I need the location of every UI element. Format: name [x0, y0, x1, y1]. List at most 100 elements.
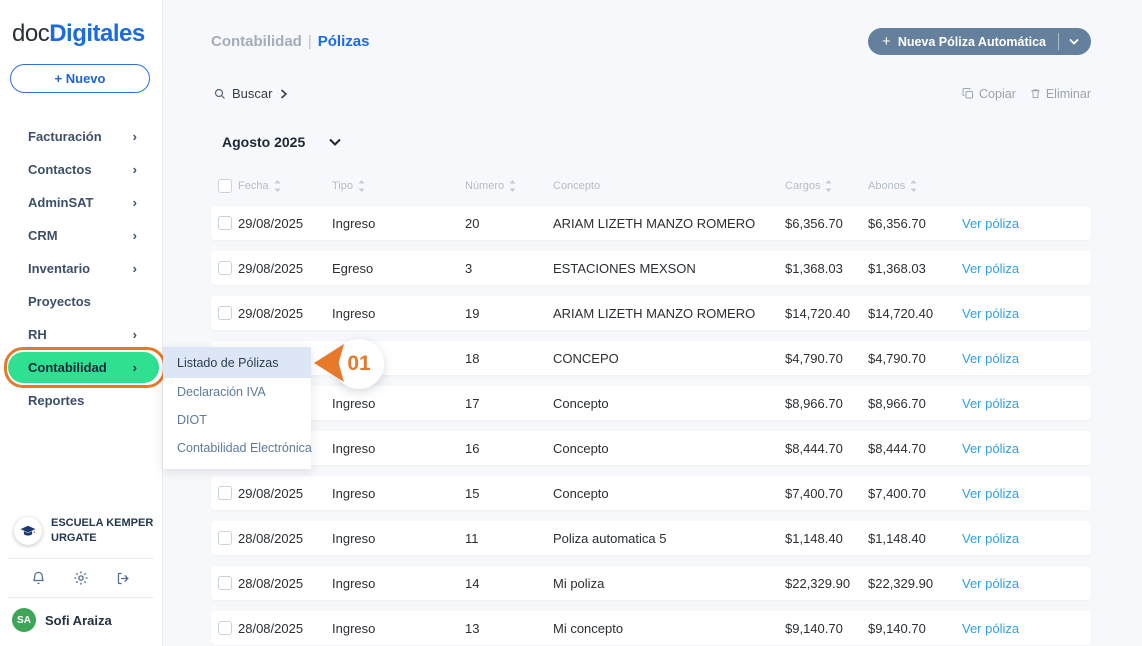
sidebar-nav-item[interactable]: Contactos ›	[0, 153, 162, 186]
view-policy-link[interactable]: Ver póliza	[962, 351, 1091, 366]
logout-icon[interactable]	[116, 571, 131, 586]
column-header[interactable]: Fecha	[238, 180, 332, 192]
copy-label: Copiar	[979, 87, 1016, 101]
sidebar-nav-item-label: Proyectos	[28, 294, 91, 309]
brand-prefix: doc	[12, 20, 49, 47]
cell-numero: 3	[465, 261, 553, 276]
breadcrumb-page: Pólizas	[318, 33, 370, 50]
submenu-item[interactable]: DIOT	[163, 406, 311, 434]
cell-numero: 20	[465, 216, 553, 231]
main-content: Contabilidad|Pólizas + Nueva Póliza Auto…	[163, 0, 1142, 646]
sort-icon[interactable]	[274, 180, 281, 192]
table-row[interactable]: 28/08/2025 Ingreso 14 Mi poliza $22,329.…	[211, 566, 1091, 600]
month-filter[interactable]: Agosto 2025	[222, 134, 1091, 150]
brand-logo: docDigitales	[0, 0, 162, 48]
cell-abonos: $22,329.90	[868, 576, 962, 591]
cell-cargos: $1,148.40	[785, 531, 868, 546]
sidebar-nav-item[interactable]: Contabilidad ›	[0, 351, 162, 384]
sidebar-nav-item-label: Facturación	[28, 129, 102, 144]
cell-fecha: 28/08/2025	[238, 576, 332, 591]
select-all-checkbox[interactable]	[218, 179, 232, 193]
table-row[interactable]: 29/08/2025 Ingreso 17 Concepto $8,966.70…	[211, 386, 1091, 420]
cell-numero: 16	[465, 441, 553, 456]
column-header[interactable]: Número	[465, 180, 553, 192]
new-policy-button[interactable]: + Nueva Póliza Automática	[868, 28, 1091, 55]
sidebar-nav-item[interactable]: RH ›	[0, 318, 162, 351]
new-policy-dropdown-toggle[interactable]	[1059, 38, 1091, 45]
submenu-item[interactable]: Declaración IVA	[163, 378, 311, 406]
submenu-item[interactable]: Contabilidad Electrónica	[163, 434, 311, 462]
cell-abonos: $8,966.70	[868, 396, 962, 411]
submenu-item[interactable]: Listado de Pólizas	[163, 347, 311, 378]
view-policy-link[interactable]: Ver póliza	[962, 261, 1091, 276]
delete-button[interactable]: Eliminar	[1030, 87, 1091, 101]
table-row[interactable]: 29/08/2025 Ingreso 15 Concepto $7,400.70…	[211, 476, 1091, 510]
copy-icon	[962, 87, 974, 100]
row-checkbox[interactable]	[218, 486, 232, 500]
view-policy-link[interactable]: Ver póliza	[962, 306, 1091, 321]
sidebar-nav-item[interactable]: Facturación ›	[0, 120, 162, 153]
chevron-down-icon[interactable]	[329, 138, 341, 146]
table-row[interactable]: 29/08/2025 Ingreso 20 ARIAM LIZETH MANZO…	[211, 206, 1091, 240]
sort-icon[interactable]	[358, 180, 365, 192]
column-header[interactable]: Abonos	[868, 180, 962, 192]
chevron-down-icon	[1069, 38, 1079, 45]
view-policy-link[interactable]: Ver póliza	[962, 441, 1091, 456]
table-row[interactable]: 28/08/2025 Ingreso 11 Poliza automatica …	[211, 521, 1091, 555]
selection-actions: Copiar Eliminar	[962, 87, 1091, 101]
search-button[interactable]: Buscar	[214, 86, 287, 101]
row-checkbox[interactable]	[218, 621, 232, 635]
sidebar-nav-item[interactable]: CRM ›	[0, 219, 162, 252]
company-logo-icon	[14, 517, 42, 545]
view-policy-link[interactable]: Ver póliza	[962, 576, 1091, 591]
table-row[interactable]: 29/08/2025 Ingreso 19 ARIAM LIZETH MANZO…	[211, 296, 1091, 330]
view-policy-link[interactable]: Ver póliza	[962, 396, 1091, 411]
chevron-right-icon: ›	[133, 130, 137, 143]
table-row[interactable]: 29/08/2025 Egreso 3 ESTACIONES MEXSON $1…	[211, 251, 1091, 285]
column-header[interactable]: Cargos	[785, 180, 868, 192]
sidebar-nav-item[interactable]: Proyectos ›	[0, 285, 162, 318]
submenu-item-label: Listado de Pólizas	[177, 356, 278, 370]
user-avatar: SA	[12, 608, 36, 632]
view-policy-link[interactable]: Ver póliza	[962, 216, 1091, 231]
sort-icon[interactable]	[910, 180, 917, 192]
row-checkbox[interactable]	[218, 261, 232, 275]
sidebar-nav-item[interactable]: Inventario ›	[0, 252, 162, 285]
cell-concepto: ESTACIONES MEXSON	[553, 261, 785, 276]
cell-cargos: $1,368.03	[785, 261, 868, 276]
column-header-label: Número	[465, 180, 504, 192]
cell-cargos: $8,966.70	[785, 396, 868, 411]
row-checkbox[interactable]	[218, 306, 232, 320]
cell-concepto: ARIAM LIZETH MANZO ROMERO	[553, 306, 785, 321]
cell-abonos: $8,444.70	[868, 441, 962, 456]
cell-numero: 14	[465, 576, 553, 591]
sidebar-nav-item[interactable]: AdminSAT ›	[0, 186, 162, 219]
notifications-bell-icon[interactable]	[31, 570, 46, 586]
breadcrumb-section: Contabilidad	[211, 33, 302, 50]
view-policy-link[interactable]: Ver póliza	[962, 531, 1091, 546]
table-row[interactable]: 28/08/2025 Ingreso 13 Mi concepto $9,140…	[211, 611, 1091, 645]
new-button[interactable]: + Nuevo	[10, 64, 150, 93]
column-header[interactable]: Tipo	[332, 180, 465, 192]
table-header: Fecha Tipo Número	[211, 175, 1091, 197]
policy-table: 29/08/2025 Ingreso 20 ARIAM LIZETH MANZO…	[211, 206, 1091, 645]
sidebar-nav-item[interactable]: Reportes ›	[0, 384, 162, 417]
copy-button[interactable]: Copiar	[962, 87, 1016, 101]
sidebar-nav-item-label: Contactos	[28, 162, 92, 177]
chevron-right-icon: ›	[133, 229, 137, 242]
column-header[interactable]: Concepto	[553, 180, 785, 192]
settings-gear-icon[interactable]	[73, 570, 89, 586]
row-checkbox[interactable]	[218, 216, 232, 230]
table-row[interactable]: 29/08/2025 Ingreso 16 Concepto $8,444.70…	[211, 431, 1091, 465]
view-policy-link[interactable]: Ver póliza	[962, 486, 1091, 501]
sort-icon[interactable]	[509, 180, 516, 192]
submenu-item-label: Contabilidad Electrónica	[177, 441, 312, 455]
row-checkbox[interactable]	[218, 576, 232, 590]
user-profile[interactable]: SA Sofi Araiza	[0, 598, 162, 646]
chevron-right-icon: ›	[133, 163, 137, 176]
trash-icon	[1030, 87, 1041, 100]
sort-icon[interactable]	[825, 180, 832, 192]
row-checkbox[interactable]	[218, 531, 232, 545]
view-policy-link[interactable]: Ver póliza	[962, 621, 1091, 636]
company-account[interactable]: ESCUELA KEMPER URGATE	[0, 506, 162, 558]
